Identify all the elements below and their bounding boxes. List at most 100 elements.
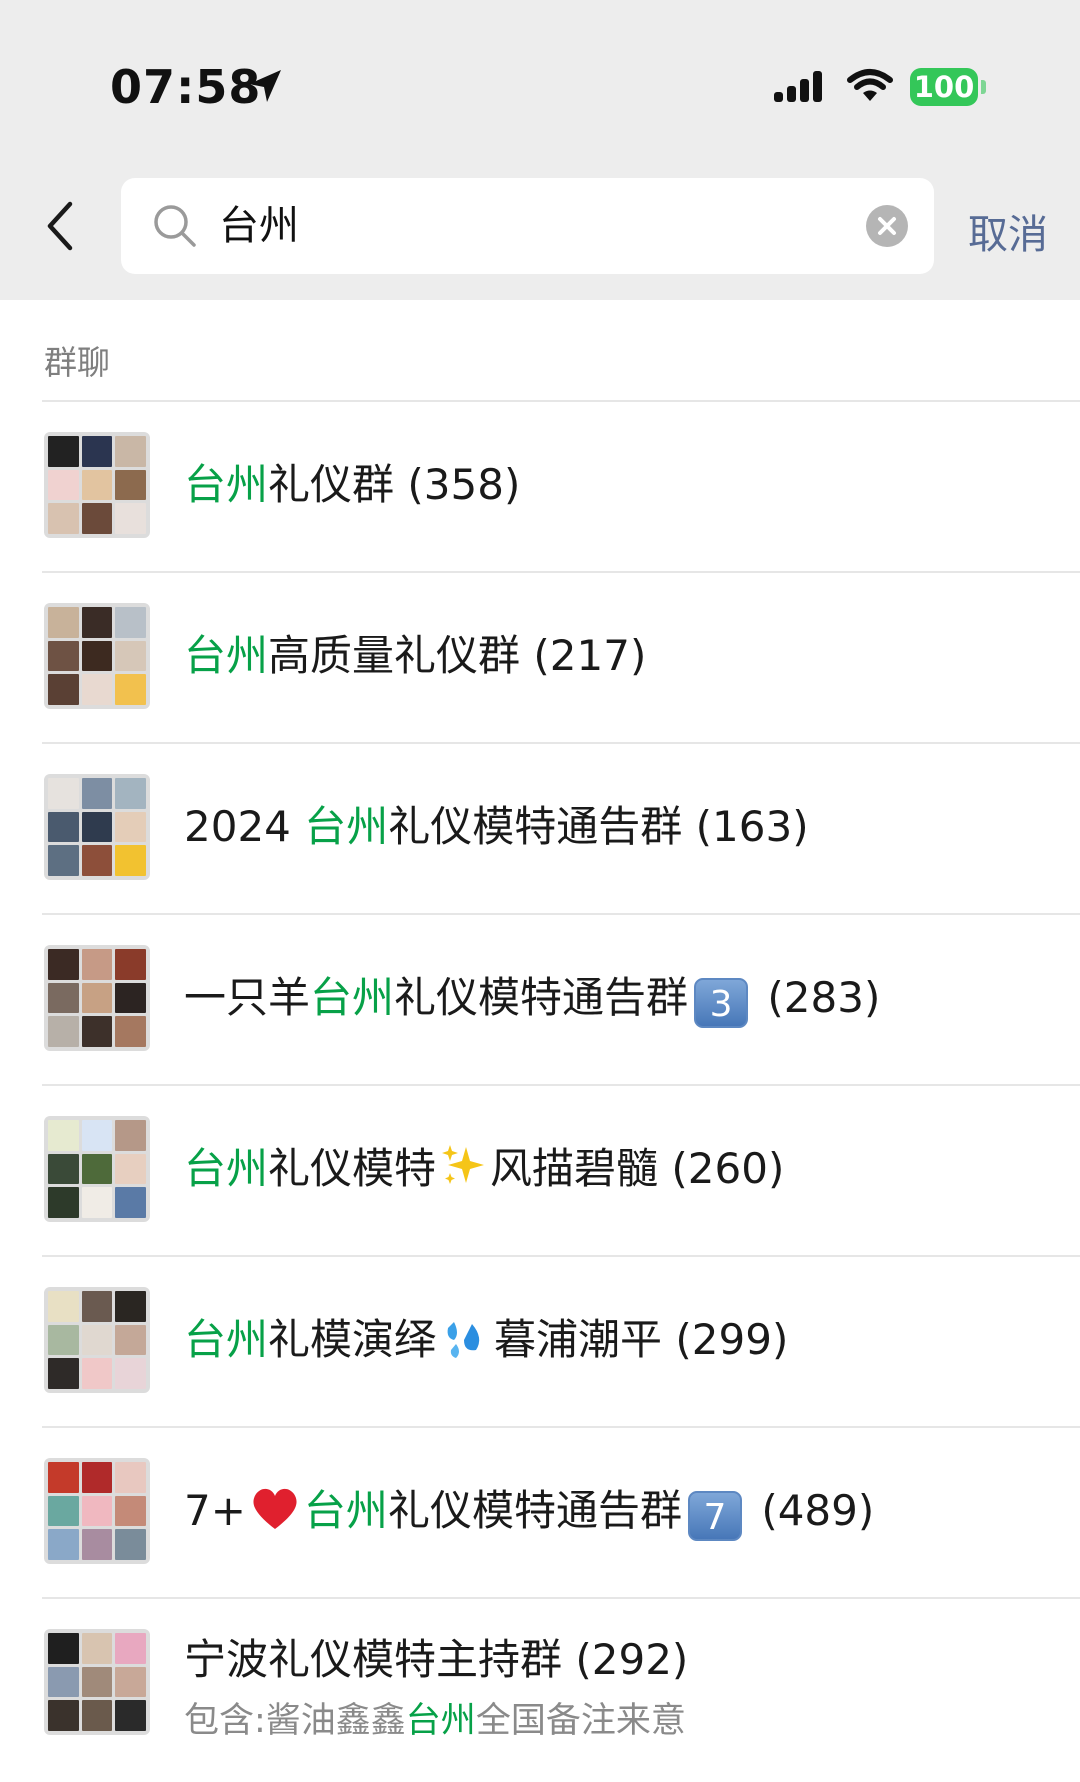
avatar-tile	[81, 1666, 113, 1698]
member-count: (358)	[407, 460, 521, 509]
back-chevron-icon[interactable]	[40, 196, 84, 256]
avatar-tile	[115, 1462, 146, 1493]
keycap-3-icon: 3	[694, 978, 749, 1028]
avatar-tile	[48, 1016, 79, 1047]
avatar-tile	[115, 1016, 146, 1047]
avatar-tile	[81, 436, 113, 467]
keycap-7-icon: 7	[687, 1491, 742, 1541]
search-match-highlight: 台州	[405, 1701, 476, 1741]
clear-search-button[interactable]	[866, 205, 908, 247]
search-input[interactable]: 台州	[121, 178, 934, 274]
search-match-highlight: 台州	[310, 973, 395, 1022]
group-name: 台州礼模演绎 暮浦潮平 (299)	[184, 1311, 788, 1369]
group-result-row[interactable]: 台州礼仪群 (358)	[0, 400, 1080, 571]
search-match-highlight: 台州	[184, 1144, 269, 1193]
avatar-tile	[115, 1291, 146, 1322]
avatar-tile	[81, 1153, 113, 1185]
group-name-suffix: 高质量礼仪群	[268, 631, 521, 680]
avatar-tile	[115, 778, 146, 809]
member-match-suffix: 全国备注来意	[475, 1701, 686, 1741]
avatar-tile	[48, 674, 79, 705]
group-name: 宁波礼仪模特主持群 (292)	[184, 1631, 688, 1689]
search-match-highlight: 台州	[303, 1486, 388, 1535]
search-match-highlight: 台州	[184, 1315, 269, 1364]
sparkles-icon	[442, 1145, 485, 1184]
avatar-tile	[81, 1291, 113, 1322]
avatar-tile	[81, 469, 113, 501]
avatar-tile	[48, 1462, 79, 1493]
group-name-suffix-2: 暮浦潮平	[494, 1315, 663, 1364]
row-divider	[42, 742, 1080, 744]
group-avatar	[44, 1116, 150, 1222]
avatar-tile	[48, 607, 79, 638]
avatar-tile	[81, 640, 113, 672]
avatar-tile	[48, 1529, 79, 1560]
cancel-button[interactable]: 取消	[968, 202, 1048, 260]
avatar-tile	[115, 1358, 146, 1389]
avatar-tile	[81, 1529, 113, 1560]
avatar-tile	[48, 469, 79, 501]
group-result-row[interactable]: 台州礼模演绎 暮浦潮平 (299)	[0, 1255, 1080, 1426]
avatar-tile	[81, 778, 113, 809]
group-avatar	[44, 945, 150, 1051]
group-name-suffix-2: 风描碧髓	[490, 1144, 659, 1193]
group-name-suffix: 礼仪模特通告群	[388, 802, 683, 851]
group-result-row[interactable]: 宁波礼仪模特主持群 (292) 包含:酱油鑫鑫台州全国备注来意	[0, 1597, 1080, 1768]
sweat-droplets-icon	[447, 1322, 480, 1358]
group-name: 2024 台州礼仪模特通告群 (163)	[184, 798, 809, 856]
avatar-tile	[115, 674, 146, 705]
group-result-row[interactable]: 2024 台州礼仪模特通告群 (163)	[0, 742, 1080, 913]
avatar-tile	[48, 982, 79, 1014]
group-result-row[interactable]: 7+ 台州礼仪模特通告群 7 (489)	[0, 1426, 1080, 1597]
group-result-row[interactable]: 一只羊台州礼仪模特通告群 3 (283)	[0, 913, 1080, 1084]
member-count: (217)	[533, 631, 647, 680]
group-result-row[interactable]: 台州高质量礼仪群 (217)	[0, 571, 1080, 742]
avatar-tile	[48, 640, 79, 672]
avatar-tile	[48, 1700, 79, 1731]
group-name-suffix: 礼模演绎	[268, 1315, 437, 1364]
group-name: 7+ 台州礼仪模特通告群 7 (489)	[184, 1482, 874, 1541]
member-count: (489)	[761, 1486, 875, 1535]
group-name-suffix: 礼仪模特	[268, 1144, 437, 1193]
status-time: 07:58	[110, 60, 262, 114]
avatar-tile	[81, 1633, 113, 1664]
group-avatar	[44, 432, 150, 538]
search-match-highlight: 台州	[304, 802, 389, 851]
member-match-prefix: 包含:酱油鑫鑫	[184, 1701, 406, 1741]
avatar-tile	[48, 1120, 79, 1151]
group-name-suffix: 礼仪模特通告群	[387, 1486, 682, 1535]
group-name-suffix: 礼仪群	[268, 460, 395, 509]
avatar-tile	[115, 1495, 146, 1527]
close-icon	[878, 217, 896, 235]
avatar-tile	[115, 1633, 146, 1664]
row-divider	[42, 913, 1080, 915]
group-avatar	[44, 1287, 150, 1393]
battery-icon: 100	[910, 68, 978, 106]
group-result-list: 台州礼仪群 (358) 台州高质量礼仪群 (217) 2024 台州礼仪模特通告群 …	[0, 400, 1080, 1768]
avatar-tile	[115, 949, 146, 980]
avatar-tile	[48, 1324, 79, 1356]
avatar-tile	[81, 1187, 113, 1218]
row-divider	[42, 1255, 1080, 1257]
avatar-tile	[115, 811, 146, 843]
group-result-row[interactable]: 台州礼仪模特 风描碧髓 (260)	[0, 1084, 1080, 1255]
avatar-tile	[48, 1633, 79, 1664]
search-match-highlight: 台州	[184, 631, 269, 680]
group-name-prefix: 宁波礼仪模特主持群	[184, 1635, 563, 1684]
avatar-tile	[48, 1495, 79, 1527]
row-divider	[42, 400, 1080, 402]
row-divider	[42, 1597, 1080, 1599]
avatar-tile	[115, 1187, 146, 1218]
avatar-tile	[81, 674, 113, 705]
group-avatar	[44, 1629, 150, 1735]
avatar-tile	[81, 1358, 113, 1389]
avatar-tile	[115, 640, 146, 672]
avatar-tile	[81, 811, 113, 843]
avatar-tile	[115, 1324, 146, 1356]
group-name: 一只羊台州礼仪模特通告群 3 (283)	[184, 969, 880, 1028]
search-query[interactable]: 台州	[219, 200, 299, 252]
avatar-tile	[115, 436, 146, 467]
group-name-prefix: 2024	[184, 802, 305, 851]
avatar-tile	[48, 1358, 79, 1389]
section-title: 群聊	[44, 343, 110, 382]
